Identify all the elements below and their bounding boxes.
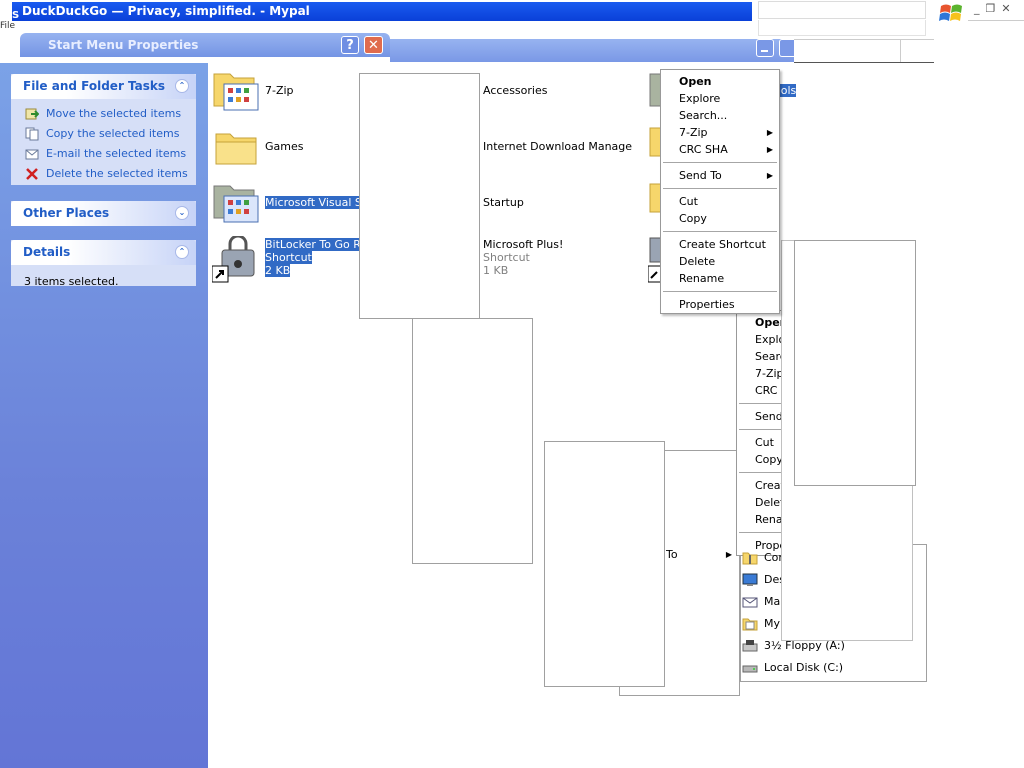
file-size: 2 KB [265, 264, 291, 277]
menu-item-explore[interactable]: Explore [661, 90, 779, 107]
file-name: Microsoft Visual Stu [265, 196, 360, 209]
submenu-arrow-icon: ▶ [725, 550, 732, 559]
file-item-selected[interactable]: BitLocker To Go Rea Shortcut 2 KB [212, 236, 362, 286]
delete-icon [26, 168, 38, 180]
menu-item-properties[interactable]: Properties [661, 296, 779, 313]
file-name: BitLocker To Go Rea [265, 238, 360, 251]
expand-icon[interactable]: ⌄ [175, 206, 189, 220]
delete-items-task[interactable]: Delete the selected items [11, 164, 196, 184]
collapse-icon[interactable]: ⌃ [175, 245, 189, 259]
panel-title: Details [23, 245, 71, 259]
browser-menu-fragment[interactable]: File [0, 21, 24, 35]
other-places-header[interactable]: Other Places ⌄ [11, 201, 196, 226]
restore-icon[interactable]: ❐ [986, 2, 996, 15]
divider [968, 20, 1024, 31]
program-folder-icon [213, 185, 259, 223]
divider [900, 40, 901, 62]
task-pane: File and Folder Tasks ⌃ Move the selecte… [0, 63, 208, 768]
file-name: Games [265, 140, 304, 153]
file-size: 1 KB [483, 264, 509, 277]
email-items-task[interactable]: E-mail the selected items [11, 144, 196, 164]
hard-disk-icon [742, 665, 758, 673]
minimize-button[interactable] [756, 39, 774, 57]
bitlocker-shortcut-icon [212, 236, 255, 283]
menu-item-open[interactable]: Open [661, 73, 779, 90]
browser-title: DuckDuckGo — Privacy, simplified. - Mypa… [22, 4, 310, 18]
menu-item-search[interactable]: Search... [661, 107, 779, 124]
my-documents-icon [742, 618, 758, 631]
folder-icon [215, 133, 257, 165]
file-item[interactable]: Games [212, 124, 362, 174]
move-items-task[interactable]: Move the selected items [11, 104, 196, 124]
file-name: 7-Zip [265, 84, 294, 97]
file-name: Internet Download Manager [483, 140, 633, 153]
system-buttons[interactable]: _ ❐ ✕ [974, 2, 1024, 16]
browser-title-bar[interactable]: S DuckDuckGo — Privacy, simplified. - My… [12, 2, 752, 21]
address-field-lower [758, 20, 926, 36]
menu-separator [663, 291, 777, 292]
desktop-icon [742, 573, 758, 586]
file-type: Shortcut [483, 251, 530, 264]
menu-item-copy[interactable]: Copy [661, 210, 779, 227]
help-button[interactable]: ? [341, 36, 359, 54]
menu-item-7zip[interactable]: 7-Zip ▶ [661, 124, 779, 141]
compressed-folder-icon [742, 552, 758, 565]
blank-panel [794, 240, 916, 486]
mail-recipient-icon [742, 597, 758, 608]
copy-icon [25, 127, 39, 141]
file-item-selected[interactable]: Microsoft Visual Stu [212, 178, 362, 228]
panel-title: Other Places [23, 206, 110, 220]
explorer-title-bar[interactable] [390, 39, 794, 62]
blank-panel [359, 73, 480, 319]
context-menu: Open Explore Search... 7-Zip ▶ CRC SHA ▶ S… [660, 69, 780, 314]
file-name: Startup [483, 196, 524, 209]
other-places-panel: Other Places ⌄ [11, 201, 196, 226]
file-name: Accessories [483, 84, 548, 97]
address-field[interactable] [758, 1, 926, 19]
window-frame [794, 39, 934, 63]
minimize-icon[interactable]: _ [974, 2, 980, 15]
menu-item-crc-sha[interactable]: CRC SHA ▶ [661, 141, 779, 158]
details-header[interactable]: Details ⌃ [11, 240, 196, 265]
details-panel: Details ⌃ 3 items selected. [11, 240, 196, 288]
menu-item-delete[interactable]: Delete [661, 253, 779, 270]
floppy-drive-icon [742, 640, 758, 652]
collapse-icon[interactable]: ⌃ [175, 79, 189, 93]
move-icon [25, 108, 39, 120]
panel-title: File and Folder Tasks [23, 79, 166, 93]
windows-flag-icon [939, 4, 962, 21]
menu-item-send-to[interactable]: Send To ▶ [661, 167, 779, 184]
submenu-arrow-icon: ▶ [766, 171, 773, 180]
email-icon [25, 149, 39, 160]
copy-items-task[interactable]: Copy the selected items [11, 124, 196, 144]
menu-separator [663, 188, 777, 189]
menu-separator [663, 231, 777, 232]
file-name: Microsoft Plus! [483, 238, 564, 251]
file-type: Shortcut [265, 251, 312, 264]
file-folder-tasks-header[interactable]: File and Folder Tasks ⌃ [11, 74, 196, 99]
program-folder-icon [213, 73, 259, 111]
blank-panel [544, 441, 665, 687]
submenu-arrow-icon: ▶ [766, 128, 773, 137]
maximize-button[interactable] [779, 39, 794, 57]
menu-item-cut[interactable]: Cut [661, 193, 779, 210]
blank-panel [412, 318, 533, 564]
file-item[interactable]: 7-Zip [212, 66, 362, 116]
close-icon[interactable]: ✕ [1001, 2, 1010, 15]
menu-item-rename[interactable]: Rename [661, 270, 779, 287]
dialog-close-button[interactable]: ✕ [364, 36, 383, 54]
menu-separator [663, 162, 777, 163]
menu-item-create-shortcut[interactable]: Create Shortcut [661, 236, 779, 253]
dialog-title: Start Menu Properties [48, 38, 199, 52]
details-text: 3 items selected. [24, 275, 119, 288]
file-folder-tasks-panel: File and Folder Tasks ⌃ Move the selecte… [11, 74, 196, 185]
send-to-local-disk[interactable]: Local Disk (C:) [742, 657, 843, 679]
dialog-title-bar[interactable]: Start Menu Properties [20, 33, 390, 57]
submenu-arrow-icon: ▶ [766, 145, 773, 154]
send-to-menu-item[interactable]: To ▶ [666, 547, 736, 563]
